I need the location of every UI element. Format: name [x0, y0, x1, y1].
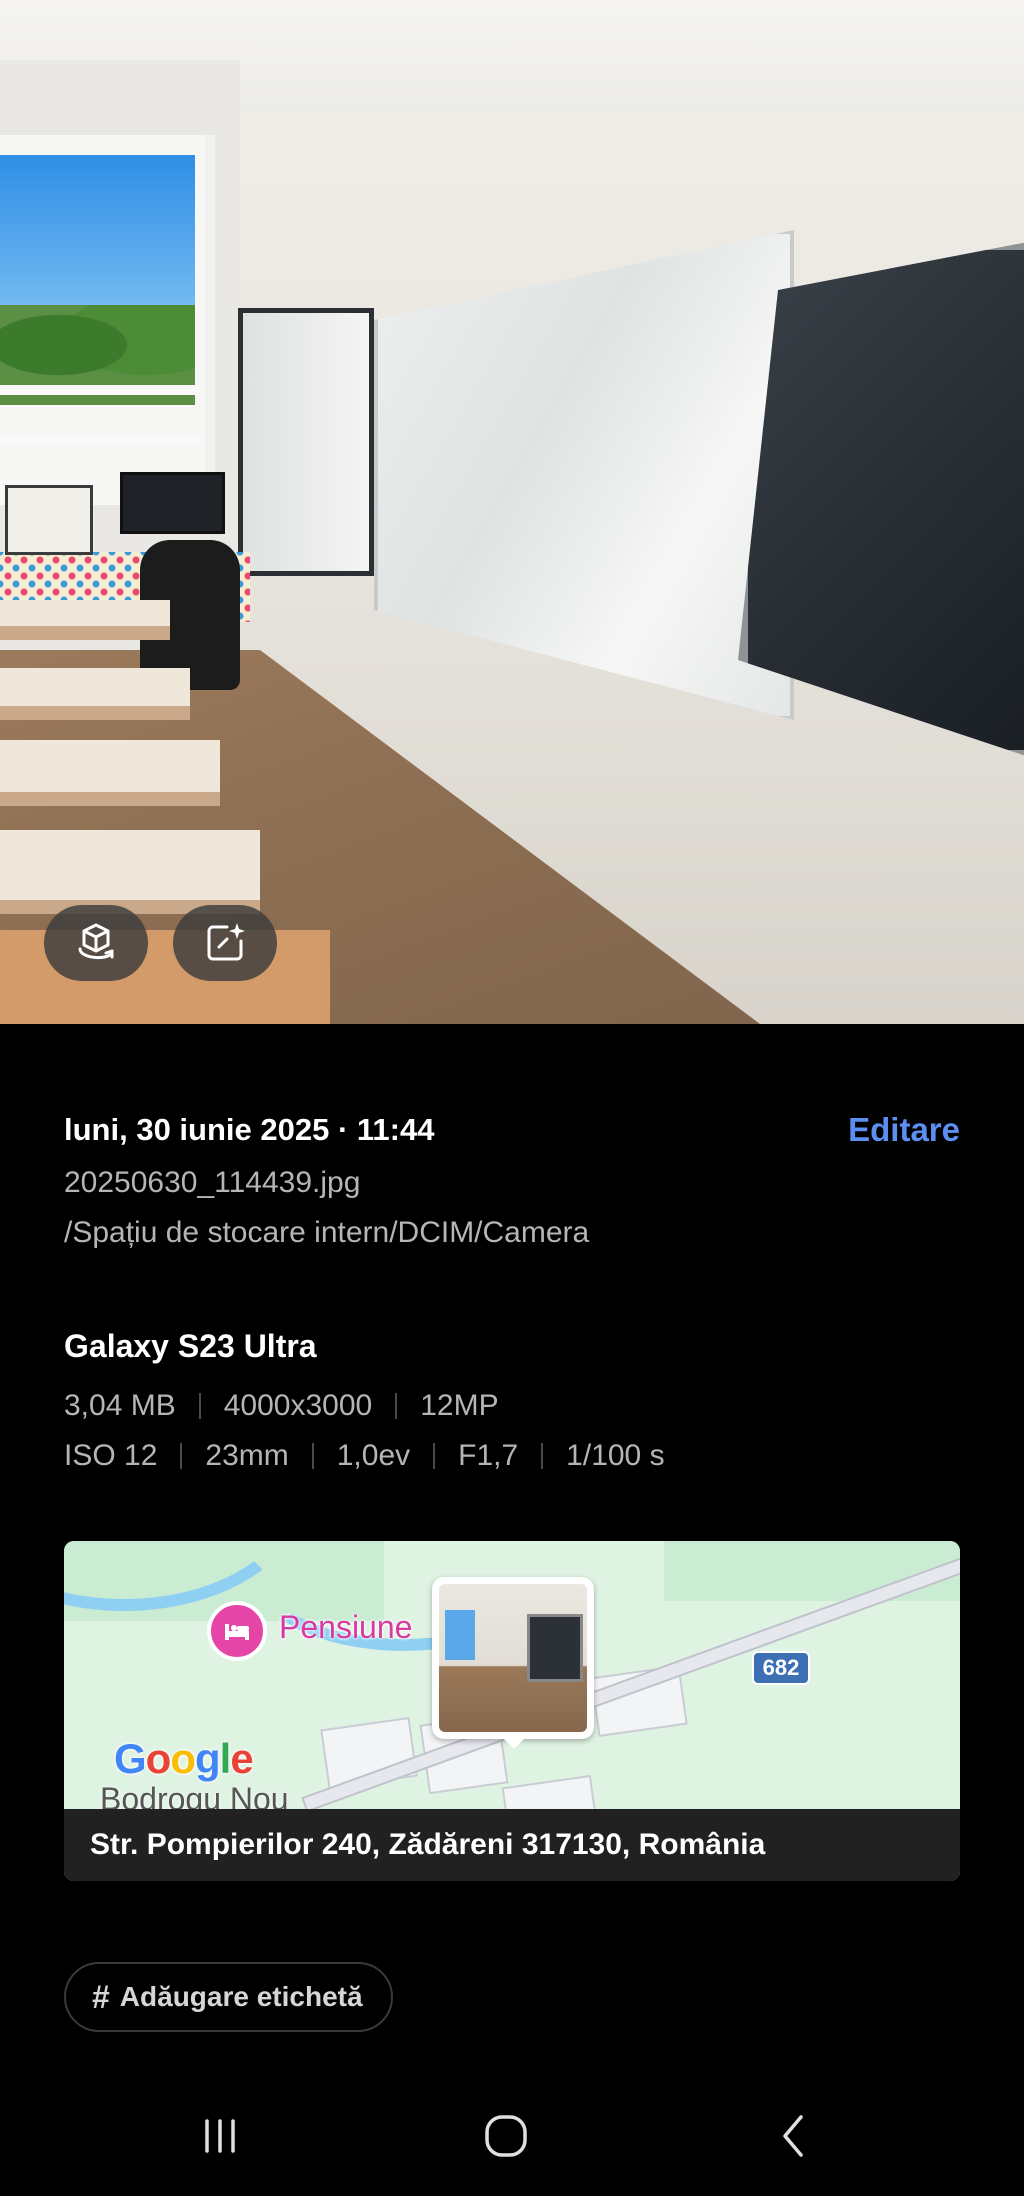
ai-edit-button[interactable] [173, 905, 277, 981]
photo-desk [0, 740, 220, 806]
cube-rotate-icon [78, 923, 114, 959]
divider [198, 1393, 201, 1419]
sparkle-edit-icon [207, 923, 245, 961]
map-field [664, 1541, 960, 1601]
back-icon [783, 2115, 803, 2157]
edit-button[interactable]: Editare [848, 1111, 960, 1149]
file-name: 20250630_114439.jpg [64, 1166, 361, 1199]
bed-icon [225, 1624, 249, 1640]
photo-viewer[interactable] [0, 0, 1024, 1024]
system-navigation-bar [0, 2090, 1024, 2180]
file-specs: 3,04 MB 4000x3000 12MP [64, 1386, 960, 1426]
photo-whiteboard [374, 230, 794, 720]
focal-length: 23mm [205, 1439, 289, 1472]
3d-view-button[interactable] [44, 905, 148, 981]
back-button[interactable] [764, 2108, 824, 2164]
exposure-value: 1,0ev [336, 1439, 411, 1472]
route-badge: 682 [752, 1651, 810, 1685]
add-tag-label: Adăugare etichetă [119, 1981, 363, 2012]
file-path: /Spațiu de stocare intern/DCIM/Camera [64, 1216, 590, 1249]
photo-monitor [120, 472, 225, 534]
aperture: F1,7 [458, 1439, 519, 1472]
date-row: luni, 30 iunie 2025 · 11:44 Editare [64, 1108, 960, 1152]
megapixels: 12MP [420, 1389, 499, 1422]
photo-window [0, 135, 215, 505]
file-size: 3,04 MB [64, 1389, 176, 1422]
resolution: 4000x3000 [223, 1389, 373, 1422]
photo-small-board [238, 308, 374, 576]
recents-button[interactable] [190, 2108, 250, 2164]
address-bar[interactable]: Str. Pompierilor 240, Zădăreni 317130, R… [64, 1809, 960, 1881]
divider [395, 1393, 398, 1419]
iso: ISO 12 [64, 1439, 158, 1472]
address-text: Str. Pompierilor 240, Zădăreni 317130, R… [90, 1828, 766, 1861]
divider [311, 1443, 314, 1469]
divider [433, 1443, 436, 1469]
camera-specs: ISO 12 23mm 1,0ev F1,7 1/100 s [64, 1436, 960, 1476]
hashtag-icon: # [92, 1978, 110, 2015]
divider [541, 1443, 544, 1469]
recents-icon [205, 2119, 235, 2153]
photo-printer [5, 485, 93, 555]
shutter-speed: 1/100 s [566, 1439, 665, 1472]
google-logo: Google [114, 1735, 254, 1782]
thumbnail-pointer [502, 1737, 526, 1749]
location-map[interactable]: Pensiune 682 Google Bodrogu Nou Str. Pom… [64, 1541, 960, 1881]
poi-label: Pensiune [279, 1609, 413, 1645]
photo-desk [0, 668, 190, 720]
photo-desk [0, 830, 260, 914]
home-icon [485, 2115, 527, 2157]
poi-marker[interactable] [207, 1601, 267, 1661]
map-photo-thumbnail[interactable] [432, 1577, 594, 1739]
home-button[interactable] [476, 2108, 536, 2164]
divider [180, 1443, 183, 1469]
device-name: Galaxy S23 Ultra [64, 1328, 317, 1364]
add-tag-button[interactable]: # Adăugare etichetă [64, 1962, 393, 2032]
photo-desk [0, 600, 170, 640]
photo-date: luni, 30 iunie 2025 · 11:44 [64, 1112, 435, 1147]
